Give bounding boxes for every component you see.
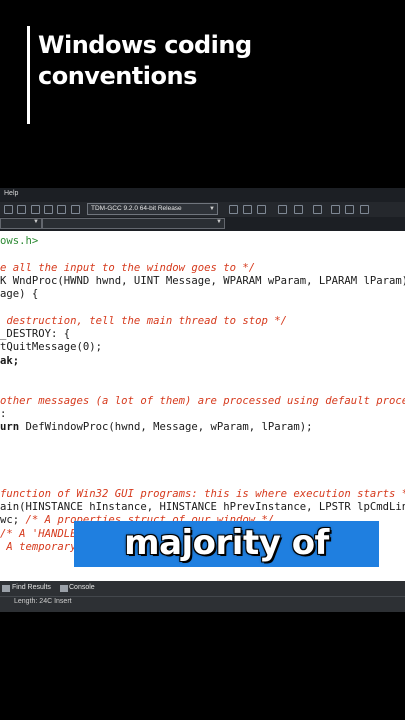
code-token: ak; xyxy=(0,354,20,367)
code-line: function of Win32 GUI programs: this is … xyxy=(0,488,405,501)
video-title: Windows coding conventions xyxy=(38,31,252,90)
code-line: ows.h> xyxy=(0,235,38,248)
code-line: ak; xyxy=(0,355,19,368)
chevron-down-icon: ▼ xyxy=(33,219,39,225)
code-token: _DESTROY: { xyxy=(0,328,71,341)
title-bar-accent: Windows coding conventions xyxy=(27,26,252,124)
menu-bar: Help xyxy=(0,188,405,202)
code-line: K WndProc(HWND hwnd, UINT Message, WPARA… xyxy=(0,275,405,288)
toolbar: TDM-GCC 9.2.0 64-bit Release ▼ xyxy=(0,202,405,217)
compiler-select[interactable]: TDM-GCC 9.2.0 64-bit Release ▼ xyxy=(87,203,218,215)
console-icon xyxy=(60,585,68,592)
save-icon[interactable] xyxy=(31,205,40,214)
new-file-icon[interactable] xyxy=(4,205,13,214)
code-token: K WndProc(HWND hwnd, UINT Message, WPARA… xyxy=(0,274,405,287)
code-token: : xyxy=(0,407,7,420)
code-token: function of Win32 GUI programs: this is … xyxy=(0,487,405,500)
compile-run-icon[interactable] xyxy=(71,205,80,214)
chevron-down-icon: ▼ xyxy=(216,219,222,225)
compiler-select-value: TDM-GCC 9.2.0 64-bit Release xyxy=(91,205,182,212)
bottom-tabs: Find Results Console xyxy=(0,581,405,597)
code-token: ain(HINSTANCE hInstance, HINSTANCE hPrev… xyxy=(0,501,405,513)
code-token: tQuitMessage(0); xyxy=(0,341,103,354)
bottom-panel: Find Results Console Length: 24C Insert xyxy=(0,581,405,612)
check-icon[interactable] xyxy=(278,205,287,214)
code-line: e all the input to the window goes to */ xyxy=(0,262,255,275)
grid-icon[interactable] xyxy=(229,205,238,214)
code-line: destruction, tell the main thread to sto… xyxy=(0,315,287,328)
close-icon[interactable] xyxy=(313,205,322,214)
code-line: age) { xyxy=(0,288,38,301)
code-token: destruction, tell the main thread to sto… xyxy=(0,314,288,327)
status-text: Length: 24C Insert xyxy=(14,598,72,605)
code-line: tQuitMessage(0); xyxy=(0,341,102,354)
code-line: : xyxy=(0,408,6,421)
code-line: _DESTROY: { xyxy=(0,328,70,341)
layout-icon[interactable] xyxy=(257,205,266,214)
code-token: other messages (a lot of them) are proce… xyxy=(0,394,405,407)
code-token: DefWindowProc(hwnd, Message, wParam, lPa… xyxy=(19,421,313,434)
find-icon xyxy=(2,585,10,592)
search-icon[interactable] xyxy=(360,205,369,214)
chevron-down-icon: ▼ xyxy=(209,206,215,212)
code-token: age) { xyxy=(0,288,39,301)
class-combo[interactable]: ▼ xyxy=(0,218,42,229)
tab-console[interactable]: Console xyxy=(69,584,95,591)
code-line: ain(HINSTANCE hInstance, HINSTANCE hPrev… xyxy=(0,501,405,514)
debug-icon[interactable] xyxy=(294,205,303,214)
chart-icon-2[interactable] xyxy=(345,205,354,214)
member-combo[interactable]: ▼ xyxy=(42,218,225,229)
run-icon[interactable] xyxy=(57,205,66,214)
compile-icon[interactable] xyxy=(44,205,53,214)
caption-banner: majority of xyxy=(74,521,379,567)
grid-icon-2[interactable] xyxy=(243,205,252,214)
code-token: urn xyxy=(0,421,20,434)
chart-icon[interactable] xyxy=(331,205,340,214)
code-token: wc; xyxy=(0,514,26,527)
caption-text: majority of xyxy=(124,523,329,563)
code-token: e all the input to the window goes to */ xyxy=(0,261,256,274)
code-token: ows.h> xyxy=(0,235,39,247)
code-line: urn DefWindowProc(hwnd, Message, wParam,… xyxy=(0,421,313,434)
tab-find-results[interactable]: Find Results xyxy=(12,584,51,591)
class-bar: ▼ ▼ xyxy=(0,217,405,231)
code-line: other messages (a lot of them) are proce… xyxy=(0,395,405,408)
open-file-icon[interactable] xyxy=(17,205,26,214)
menu-help[interactable]: Help xyxy=(4,190,18,197)
